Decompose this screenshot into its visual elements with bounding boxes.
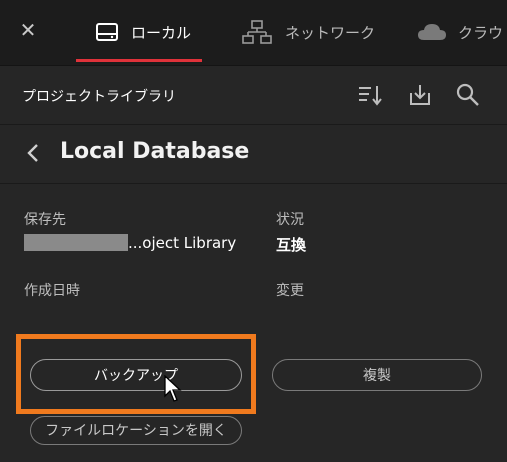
cloud-icon xyxy=(418,24,446,40)
modified-label: 変更 xyxy=(276,283,304,299)
tab-cloud-label: クラウド xyxy=(458,23,507,42)
mouse-pointer-icon xyxy=(164,375,182,402)
network-icon xyxy=(242,20,272,44)
search-icon[interactable] xyxy=(454,81,482,109)
tab-local[interactable]: ローカル xyxy=(94,18,191,46)
library-title: プロジェクトライブラリ xyxy=(22,89,176,105)
database-header: Local Database xyxy=(0,125,507,184)
created-label: 作成日時 xyxy=(24,283,80,299)
status-label: 状況 xyxy=(276,212,304,228)
top-tab-bar: ✕ ローカル ネットワーク クラウド xyxy=(0,0,507,66)
import-icon[interactable] xyxy=(406,81,434,109)
close-icon[interactable]: ✕ xyxy=(18,20,38,40)
sort-icon[interactable] xyxy=(356,81,384,109)
annotation-highlight-box xyxy=(16,334,256,414)
tab-network[interactable]: ネットワーク xyxy=(241,18,375,46)
database-title: Local Database xyxy=(60,139,250,164)
back-icon[interactable] xyxy=(22,141,44,165)
tab-local-label: ローカル xyxy=(131,23,192,42)
duplicate-button[interactable]: 複製 xyxy=(272,359,482,391)
tab-network-label: ネットワーク xyxy=(285,23,376,42)
redacted-path xyxy=(24,234,128,251)
location-value: ...oject Library xyxy=(128,234,237,252)
status-value: 互換 xyxy=(276,236,307,254)
local-drive-icon xyxy=(96,23,118,41)
open-file-location-button[interactable]: ファイルロケーションを開く xyxy=(30,416,242,445)
location-label: 保存先 xyxy=(24,212,66,228)
active-tab-indicator xyxy=(76,59,202,62)
tab-cloud[interactable]: クラウド xyxy=(416,18,507,46)
library-toolbar: プロジェクトライブラリ xyxy=(0,66,507,125)
